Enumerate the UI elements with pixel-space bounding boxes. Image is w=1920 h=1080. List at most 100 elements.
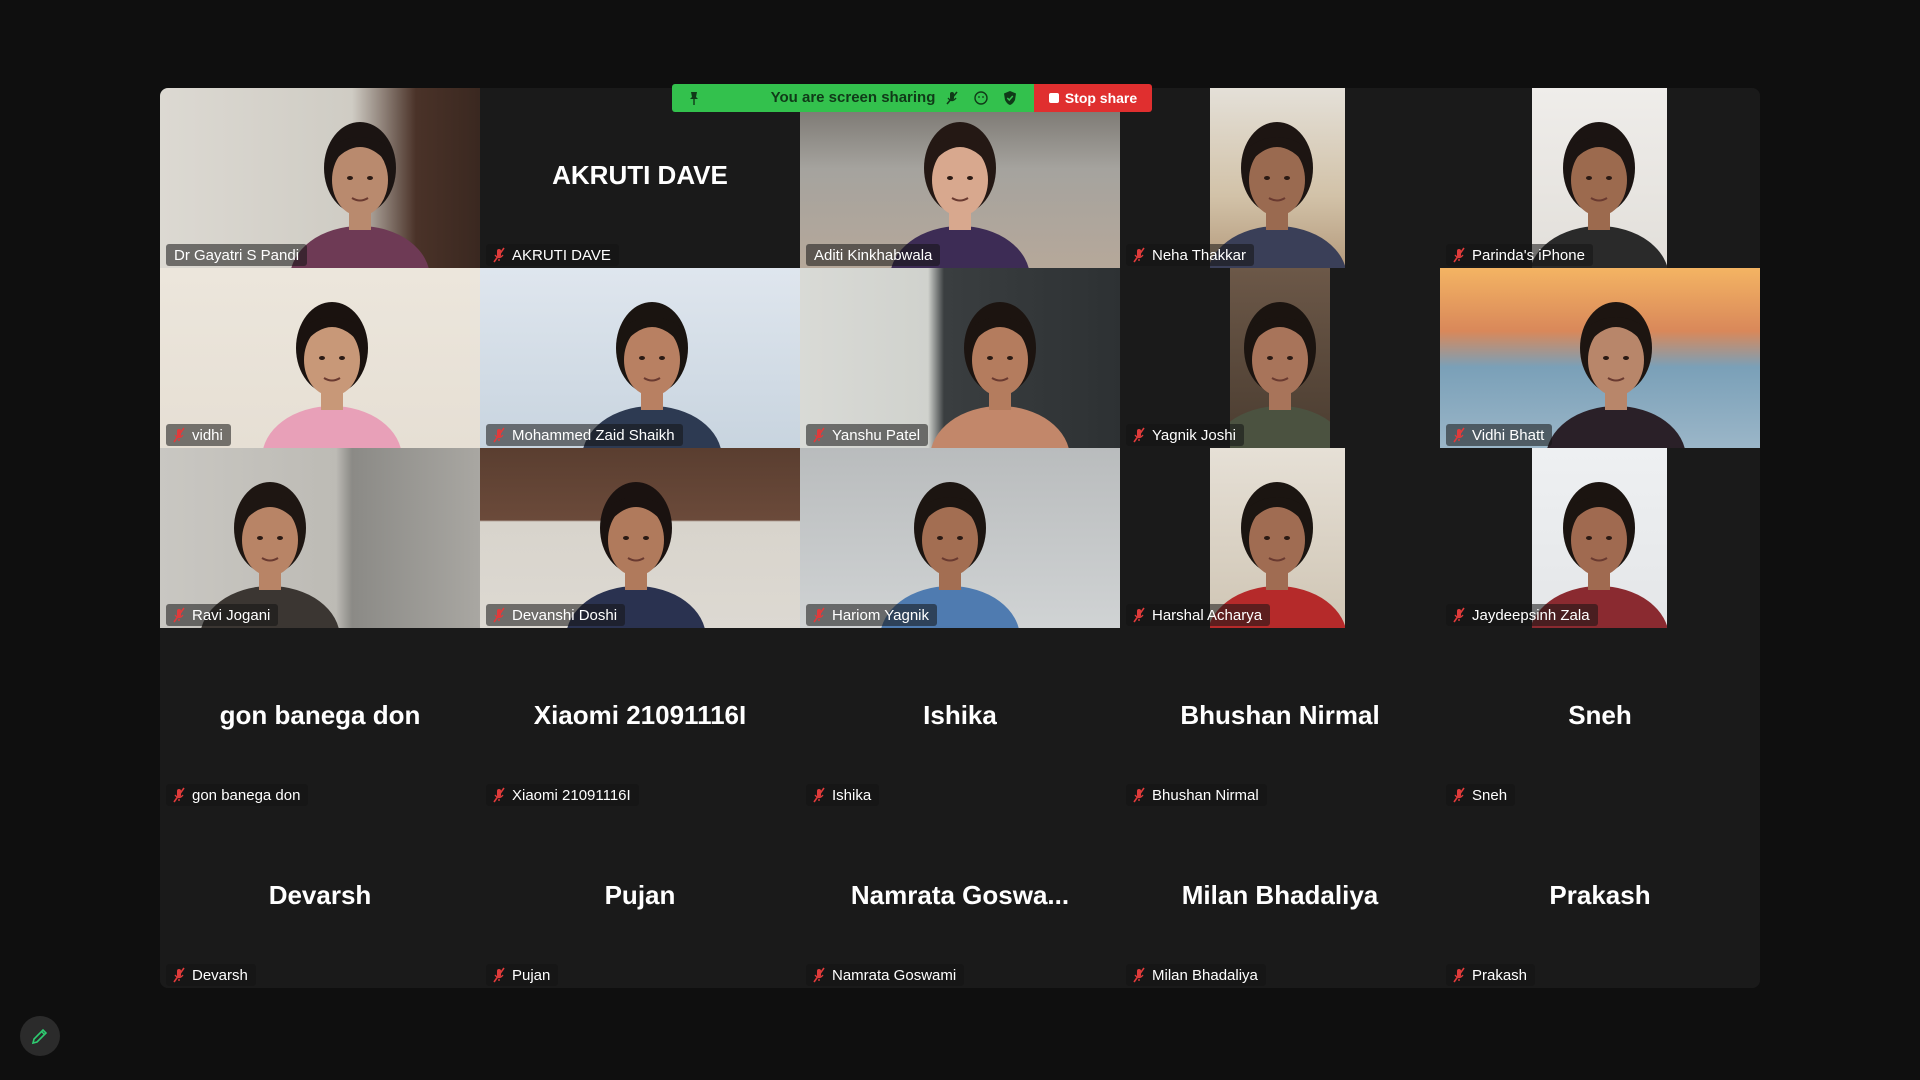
muted-mic-icon (1453, 967, 1465, 983)
participant-tile[interactable]: Aditi Kinkhabwala (800, 88, 1120, 268)
participant-video (1532, 88, 1667, 268)
participant-nametag: Hariom Yagnik (806, 604, 937, 626)
participant-tile[interactable]: AKRUTI DAVE AKRUTI DAVE (480, 88, 800, 268)
muted-mic-icon (1133, 607, 1145, 623)
muted-mic-icon (493, 967, 505, 983)
muted-mic-icon (1453, 247, 1465, 263)
muted-mic-icon (1453, 427, 1465, 443)
participant-figure (1532, 482, 1667, 628)
participant-figure (881, 482, 1019, 628)
participant-nametag: Milan Bhadaliya (1126, 964, 1266, 986)
participant-video (1440, 268, 1760, 448)
muted-mic-icon (813, 607, 825, 623)
participant-video (160, 88, 480, 268)
participant-nametag: Devanshi Doshi (486, 604, 626, 626)
participant-name: Namrata Goswami (832, 966, 957, 984)
participant-name: Devanshi Doshi (512, 606, 618, 624)
participant-display-name: Xiaomi 21091116I (533, 700, 747, 730)
participant-figure (291, 122, 429, 268)
sharing-status[interactable]: You are screen sharing (672, 84, 1034, 112)
participant-tile[interactable]: Xiaomi 21091116I Xiaomi 21091116I (480, 628, 800, 808)
muted-mic-icon (173, 967, 185, 983)
muted-mic-icon (173, 427, 185, 443)
participant-display-name: Ishika (923, 700, 997, 730)
participant-name: Ravi Jogani (192, 606, 271, 624)
annotate-button[interactable] (20, 1016, 60, 1056)
participant-nametag: Parinda's iPhone (1446, 244, 1593, 266)
participant-display-name: Prakash (1549, 880, 1651, 910)
participant-video (800, 88, 1120, 268)
participant-name: Milan Bhadaliya (1152, 966, 1258, 984)
muted-mic-icon (173, 787, 185, 803)
muted-mic-icon (813, 427, 825, 443)
pencil-icon (31, 1028, 48, 1045)
participant-nametag: Yanshu Patel (806, 424, 929, 446)
participant-tile[interactable]: Neha Thakkar (1120, 88, 1440, 268)
participant-nametag: Xiaomi 21091116I (486, 784, 639, 806)
participant-nametag: vidhi (166, 424, 231, 446)
participant-name: gon banega don (192, 786, 301, 804)
participant-name: Jaydeepsinh Zala (1472, 606, 1590, 624)
muted-mic-icon (1133, 427, 1145, 443)
participant-tile[interactable]: Sneh Sneh (1440, 628, 1760, 808)
participant-tile[interactable]: Prakash Prakash (1440, 808, 1760, 988)
participant-nametag: Harshal Acharya (1126, 604, 1271, 626)
participant-tile[interactable]: Parinda's iPhone (1440, 88, 1760, 268)
participant-display-name: Bhushan Nirmal (1180, 700, 1380, 730)
participant-nametag: Bhushan Nirmal (1126, 784, 1267, 806)
participant-figure (567, 482, 705, 628)
participant-name: Devarsh (192, 966, 248, 984)
participant-figure (1532, 122, 1667, 268)
participant-tile[interactable]: Milan Bhadaliya Milan Bhadaliya (1120, 808, 1440, 988)
muted-mic-icon (1133, 787, 1145, 803)
participant-display-name: Namrata Goswa... (850, 880, 1070, 910)
reaction-icon[interactable] (973, 90, 989, 106)
participant-video (800, 268, 1120, 448)
participant-tile[interactable]: Devarsh Devarsh (160, 808, 480, 988)
participant-tile[interactable]: Mohammed Zaid Shaikh (480, 268, 800, 448)
participant-nametag: gon banega don (166, 784, 309, 806)
participant-nametag: Neha Thakkar (1126, 244, 1254, 266)
participant-nametag: Sneh (1446, 784, 1516, 806)
muted-mic-icon (493, 247, 505, 263)
participant-video (1532, 448, 1667, 628)
participant-tile[interactable]: Pujan Pujan (480, 808, 800, 988)
participant-video (160, 448, 480, 628)
security-shield-icon[interactable] (1002, 90, 1018, 106)
muted-mic-icon (813, 967, 825, 983)
participant-tile[interactable]: Dr Gayatri S Pandi (160, 88, 480, 268)
participant-nametag: AKRUTI DAVE (486, 244, 619, 266)
participant-name: AKRUTI DAVE (512, 246, 611, 264)
screen-sharing-bar: You are screen sharing Stop share (672, 84, 1152, 112)
participant-video (1230, 268, 1330, 448)
participant-tile[interactable]: gon banega don gon banega don (160, 628, 480, 808)
video-gallery: Dr Gayatri S Pandi AKRUTI DAVE AKRUTI DAV… (160, 88, 1760, 988)
stop-icon (1048, 93, 1059, 103)
participant-tile[interactable]: Vidhi Bhatt (1440, 268, 1760, 448)
muted-mic-icon (1133, 967, 1145, 983)
muted-mic-icon (493, 787, 505, 803)
mute-icon[interactable] (944, 90, 960, 106)
participant-tile[interactable]: Jaydeepsinh Zala (1440, 448, 1760, 628)
participant-figure (263, 302, 401, 448)
participant-tile[interactable]: Yanshu Patel (800, 268, 1120, 448)
participant-name: Yanshu Patel (832, 426, 921, 444)
participant-name: Vidhi Bhatt (1472, 426, 1545, 444)
participant-tile[interactable]: Ravi Jogani (160, 448, 480, 628)
participant-figure (1547, 302, 1685, 448)
participant-tile[interactable]: Namrata Goswa... Namrata Goswami (800, 808, 1120, 988)
participant-tile[interactable]: Bhushan Nirmal Bhushan Nirmal (1120, 628, 1440, 808)
participant-tile[interactable]: Harshal Acharya (1120, 448, 1440, 628)
participant-tile[interactable]: Hariom Yagnik (800, 448, 1120, 628)
participant-display-name: Sneh (1568, 700, 1632, 730)
participant-tile[interactable]: Yagnik Joshi (1120, 268, 1440, 448)
muted-mic-icon (493, 607, 505, 623)
stop-share-button[interactable]: Stop share (1034, 84, 1152, 112)
participant-tile[interactable]: vidhi (160, 268, 480, 448)
participant-name: Xiaomi 21091116I (512, 786, 631, 804)
participant-figure (201, 482, 339, 628)
participant-tile[interactable]: Devanshi Doshi (480, 448, 800, 628)
participant-tile[interactable]: Ishika Ishika (800, 628, 1120, 808)
participant-video (1210, 88, 1345, 268)
participant-nametag: Jaydeepsinh Zala (1446, 604, 1598, 626)
